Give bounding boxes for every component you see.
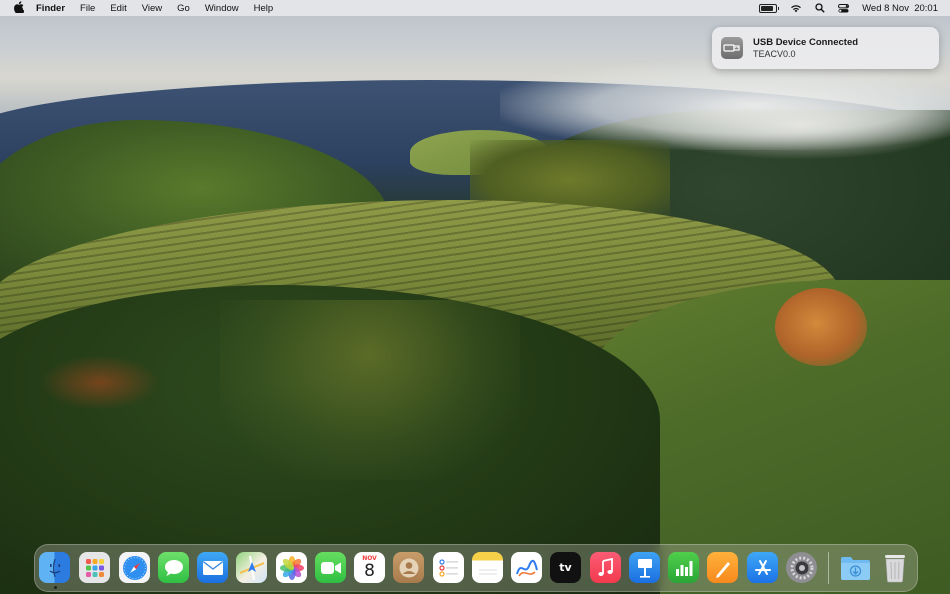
- calendar-day-label: 8: [364, 561, 375, 581]
- notification-title: USB Device Connected: [753, 37, 859, 48]
- contacts-icon[interactable]: [393, 552, 424, 583]
- menu-bar-clock[interactable]: Wed 8 Nov 20:01: [862, 3, 938, 14]
- menu-view[interactable]: View: [142, 3, 162, 14]
- appletv-label: tv: [559, 561, 572, 574]
- menu-bar: Finder File Edit View Go Window Help Wed…: [0, 0, 950, 16]
- trash-icon[interactable]: [879, 552, 910, 583]
- finder-running-indicator: [54, 586, 57, 589]
- usb-icon: [721, 37, 743, 59]
- battery-icon[interactable]: [759, 3, 780, 13]
- launchpad-icon[interactable]: [79, 552, 110, 583]
- menu-app-finder[interactable]: Finder: [36, 3, 65, 14]
- dock: NOV 8 tv: [34, 544, 918, 592]
- menu-edit[interactable]: Edit: [110, 3, 126, 14]
- safari-icon[interactable]: [119, 552, 150, 583]
- reminders-icon[interactable]: [433, 552, 464, 583]
- pages-icon[interactable]: [707, 552, 738, 583]
- facetime-icon[interactable]: [315, 552, 346, 583]
- keynote-icon[interactable]: [629, 552, 660, 583]
- finder-icon[interactable]: [39, 552, 70, 583]
- menu-bar-status-area: Wed 8 Nov 20:01: [746, 3, 938, 14]
- control-center-icon[interactable]: [838, 3, 850, 13]
- music-icon[interactable]: [590, 552, 621, 583]
- appstore-icon[interactable]: [747, 552, 778, 583]
- wifi-icon[interactable]: [790, 3, 802, 13]
- mail-icon[interactable]: [197, 552, 228, 583]
- wallpaper-red-soil: [40, 355, 160, 410]
- wallpaper-autumn-tree: [775, 288, 867, 366]
- desktop-wallpaper: [0, 0, 950, 594]
- appletv-icon[interactable]: tv: [550, 552, 581, 583]
- menu-window[interactable]: Window: [205, 3, 239, 14]
- downloads-folder-icon[interactable]: [840, 552, 871, 583]
- apple-logo-icon[interactable]: [12, 0, 26, 16]
- settings-icon[interactable]: [786, 552, 817, 583]
- maps-icon[interactable]: [236, 552, 267, 583]
- wallpaper-fog-2: [640, 90, 950, 160]
- notes-icon[interactable]: [472, 552, 503, 583]
- calendar-icon[interactable]: NOV 8: [354, 552, 385, 583]
- menu-help[interactable]: Help: [254, 3, 274, 14]
- numbers-icon[interactable]: [668, 552, 699, 583]
- usb-notification[interactable]: USB Device Connected TEACV0.0: [712, 27, 939, 69]
- dock-separator: [828, 552, 829, 584]
- freeform-icon[interactable]: [511, 552, 542, 583]
- wallpaper-foreground-light: [220, 300, 520, 480]
- menu-go[interactable]: Go: [177, 3, 190, 14]
- spotlight-search-icon[interactable]: [815, 3, 825, 13]
- menu-file[interactable]: File: [80, 3, 95, 14]
- notification-body: TEACV0.0: [753, 49, 796, 59]
- photos-icon[interactable]: [276, 552, 307, 583]
- notification-text: USB Device Connected TEACV0.0: [753, 37, 858, 59]
- messages-icon[interactable]: [158, 552, 189, 583]
